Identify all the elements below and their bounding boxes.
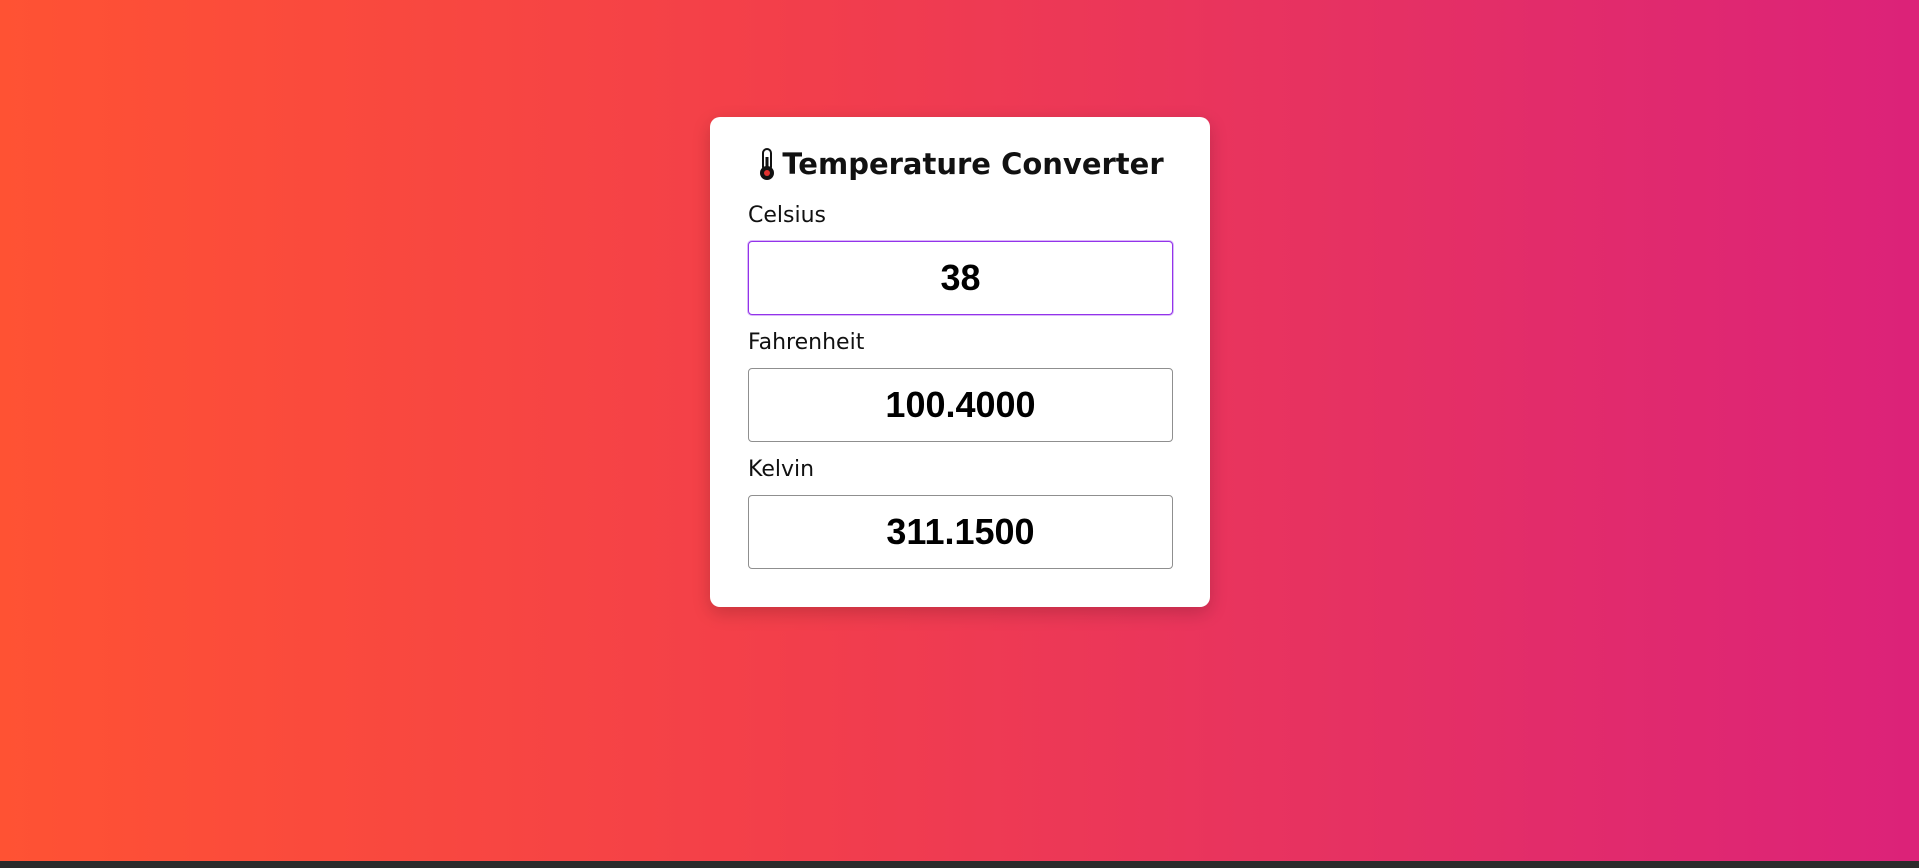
thermometer-icon [760, 148, 775, 180]
converter-card: Temperature Converter Celsius Fahrenheit… [710, 117, 1210, 607]
taskbar-strip [0, 861, 1919, 868]
celsius-label: Celsius [748, 203, 826, 228]
kelvin-input[interactable] [748, 495, 1173, 569]
fahrenheit-input[interactable] [748, 368, 1173, 442]
page-title: Temperature Converter [710, 147, 1210, 181]
celsius-input[interactable] [748, 241, 1173, 315]
title-text: Temperature Converter [782, 147, 1164, 181]
kelvin-label: Kelvin [748, 457, 815, 482]
fahrenheit-label: Fahrenheit [748, 330, 865, 355]
